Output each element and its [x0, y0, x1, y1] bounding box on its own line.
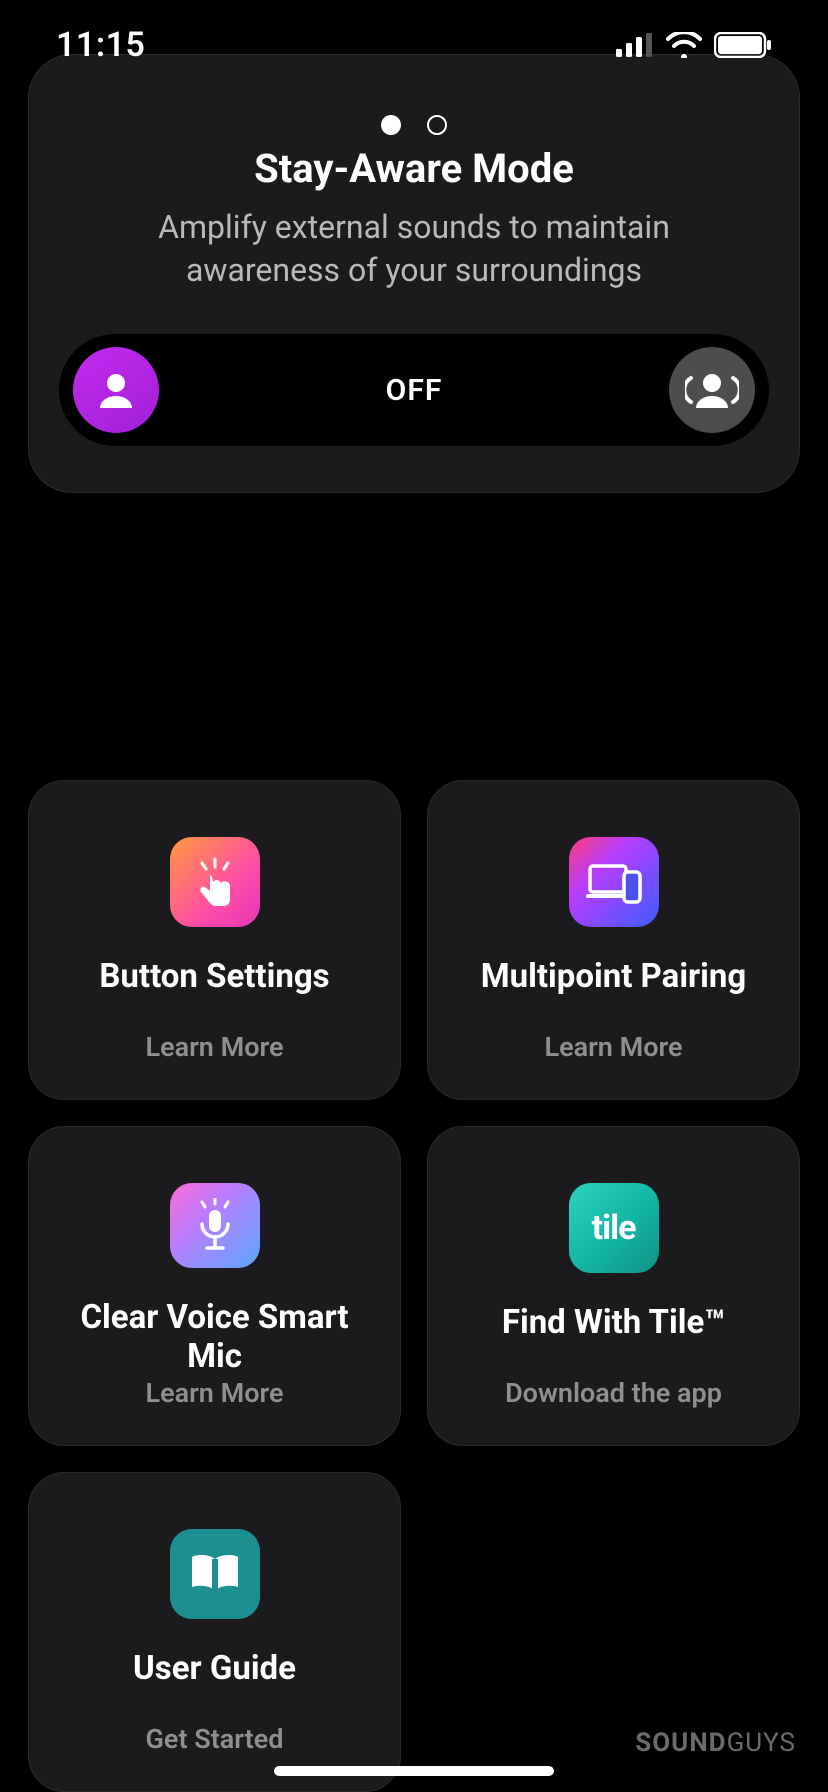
mic-icon [170, 1183, 260, 1268]
tile-cta[interactable]: Learn More [145, 1377, 283, 1409]
tile-user-guide[interactable]: User Guide Get Started [28, 1472, 401, 1792]
home-indicator[interactable] [274, 1766, 554, 1776]
tile-cta[interactable]: Get Started [146, 1723, 284, 1755]
devices-icon [569, 837, 659, 927]
page-dot-inactive[interactable] [427, 115, 447, 135]
tile-multipoint-pairing[interactable]: Multipoint Pairing Learn More [427, 780, 800, 1100]
book-icon [170, 1529, 260, 1619]
tile-title: Button Settings [79, 957, 349, 997]
toggle-off-knob[interactable] [73, 347, 159, 433]
status-icons [616, 32, 772, 58]
tap-icon [170, 837, 260, 927]
page-indicator[interactable] [29, 115, 799, 135]
hero-description: Amplify external sounds to maintain awar… [59, 206, 769, 292]
wifi-icon [666, 32, 702, 58]
cellular-icon [616, 33, 654, 57]
toggle-state-label: OFF [59, 373, 769, 408]
tile-find-with-tile[interactable]: tile Find With Tile™ Download the app [427, 1126, 800, 1446]
watermark: SOUNDGUYS [635, 1728, 796, 1758]
feature-grid: Button Settings Learn More Multipoint Pa… [28, 780, 800, 1792]
person-icon [94, 368, 138, 412]
toggle-on-knob[interactable] [669, 347, 755, 433]
watermark-light: GUYS [727, 1728, 796, 1758]
tile-button-settings[interactable]: Button Settings Learn More [28, 780, 401, 1100]
tile-logo-icon: tile [569, 1183, 659, 1273]
tile-title: Find With Tile™ [482, 1303, 745, 1343]
stay-aware-card: Stay-Aware Mode Amplify external sounds … [28, 54, 800, 493]
tile-title: User Guide [113, 1649, 316, 1689]
tile-clear-voice-smart-mic[interactable]: Clear Voice Smart Mic Learn More [28, 1126, 401, 1446]
tile-title: Clear Voice Smart Mic [29, 1298, 400, 1377]
stay-aware-toggle[interactable]: OFF [59, 334, 769, 446]
tile-cta[interactable]: Learn More [544, 1031, 682, 1063]
status-bar: 11:15 [0, 0, 828, 90]
battery-icon [714, 32, 772, 58]
aware-person-icon [685, 368, 739, 412]
watermark-bold: SOUND [635, 1728, 726, 1758]
page-dot-active[interactable] [381, 115, 401, 135]
tile-cta[interactable]: Learn More [145, 1031, 283, 1063]
tile-cta[interactable]: Download the app [505, 1377, 722, 1409]
status-time: 11:15 [56, 25, 145, 65]
hero-title: Stay-Aware Mode [59, 145, 769, 192]
tile-title: Multipoint Pairing [461, 957, 766, 997]
